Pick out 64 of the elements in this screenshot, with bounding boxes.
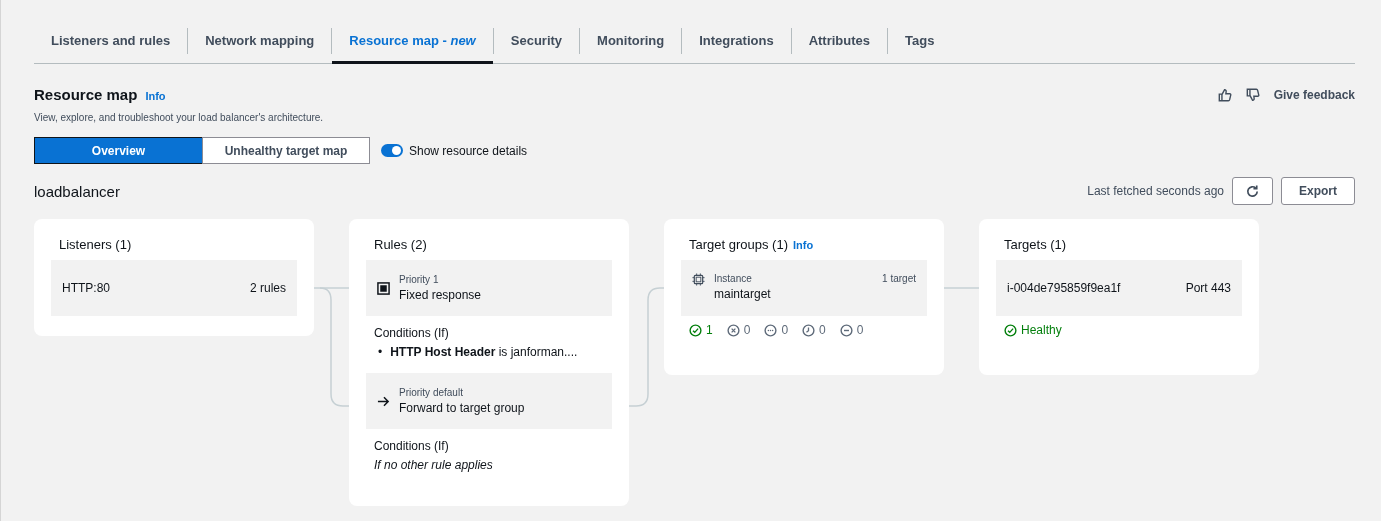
- toggle-label: Show resource details: [409, 143, 528, 158]
- rule-row[interactable]: Priority default Forward to target group: [366, 373, 612, 430]
- rule-priority: Priority 1: [399, 274, 440, 285]
- tab[interactable]: Network mapping: [188, 19, 332, 64]
- check-circle-icon: [1004, 323, 1017, 337]
- clock-icon: [802, 323, 816, 337]
- health-status: Healthy: [1021, 323, 1062, 337]
- square-icon: [377, 281, 390, 295]
- conditions-label: Conditions (If): [374, 438, 450, 456]
- arrow-right-icon: [377, 394, 390, 408]
- refresh-button[interactable]: [1232, 177, 1273, 205]
- target-id: i-004de795859f9ea1f: [1007, 281, 1121, 295]
- status-count: 0: [743, 323, 751, 337]
- dots-circle-icon: [764, 323, 778, 337]
- export-button[interactable]: Export: [1281, 177, 1355, 205]
- card-title: Rules (2): [374, 237, 428, 252]
- target-port: Port 443: [1185, 281, 1231, 295]
- view-toggle-button[interactable]: Overview: [34, 137, 202, 164]
- tab[interactable]: Resource map - new: [332, 19, 493, 64]
- card-title: Target groups (1): [689, 237, 788, 252]
- bullet-mark: •: [378, 343, 383, 361]
- status-count: 0: [781, 323, 789, 337]
- x-circle-icon: [726, 323, 740, 337]
- tab[interactable]: Security: [493, 19, 580, 64]
- tab[interactable]: Attributes: [791, 19, 887, 64]
- rule-action: Forward to target group: [399, 401, 525, 416]
- listener-row[interactable]: HTTP:80 2 rules: [51, 260, 297, 316]
- rule-action: Fixed response: [399, 288, 482, 302]
- condition-note: If no other rule applies: [374, 456, 494, 474]
- info-link[interactable]: Info: [793, 239, 814, 251]
- status-count: 0: [856, 323, 864, 337]
- target-group-row[interactable]: Instance maintarget 1 target: [681, 260, 927, 316]
- page-title: Resource map: [34, 86, 138, 103]
- feedback-link[interactable]: Give feedback: [1273, 87, 1355, 102]
- status-count: 1: [706, 323, 713, 337]
- target-row[interactable]: i-004de795859f9ea1f Port 443: [996, 260, 1242, 316]
- last-fetched-text: Last fetched seconds ago: [1087, 184, 1224, 198]
- thumbs-down-icon[interactable]: [1245, 87, 1260, 102]
- load-balancer-name: loadbalancer: [34, 182, 120, 200]
- target-group-name: maintarget: [714, 287, 772, 301]
- target-count: 1 target: [882, 273, 916, 284]
- rule-priority: Priority default: [399, 387, 464, 399]
- toggle-switch[interactable]: [381, 144, 403, 157]
- tab[interactable]: Integrations: [682, 19, 791, 64]
- status-count: 0: [819, 323, 826, 337]
- tab[interactable]: Tags: [888, 19, 952, 64]
- conditions-label: Conditions (If): [374, 325, 450, 342]
- view-toggle-button[interactable]: Unhealthy target map: [202, 137, 370, 164]
- rule-row[interactable]: Priority 1 Fixed response: [366, 260, 612, 316]
- listener-name: HTTP:80: [62, 281, 110, 295]
- minus-circle-icon: [839, 323, 853, 337]
- chip-icon: [692, 273, 705, 286]
- card-title: Targets (1): [1004, 237, 1068, 252]
- refresh-icon: [1245, 183, 1260, 199]
- condition-item: HTTP Host Header is janforman....: [390, 343, 579, 361]
- target-group-type: Instance: [714, 273, 753, 284]
- tab[interactable]: Monitoring: [580, 19, 682, 64]
- check-circle-icon: [689, 323, 702, 337]
- rule-count: 2 rules: [249, 281, 286, 295]
- card-title: Listeners (1): [59, 237, 133, 252]
- thumbs-up-icon[interactable]: [1217, 87, 1232, 102]
- tab[interactable]: Listeners and rules: [34, 19, 188, 64]
- page-description: View, explore, and troubleshoot your load balancer's architecture.: [34, 112, 325, 123]
- info-link[interactable]: Info: [145, 90, 166, 102]
